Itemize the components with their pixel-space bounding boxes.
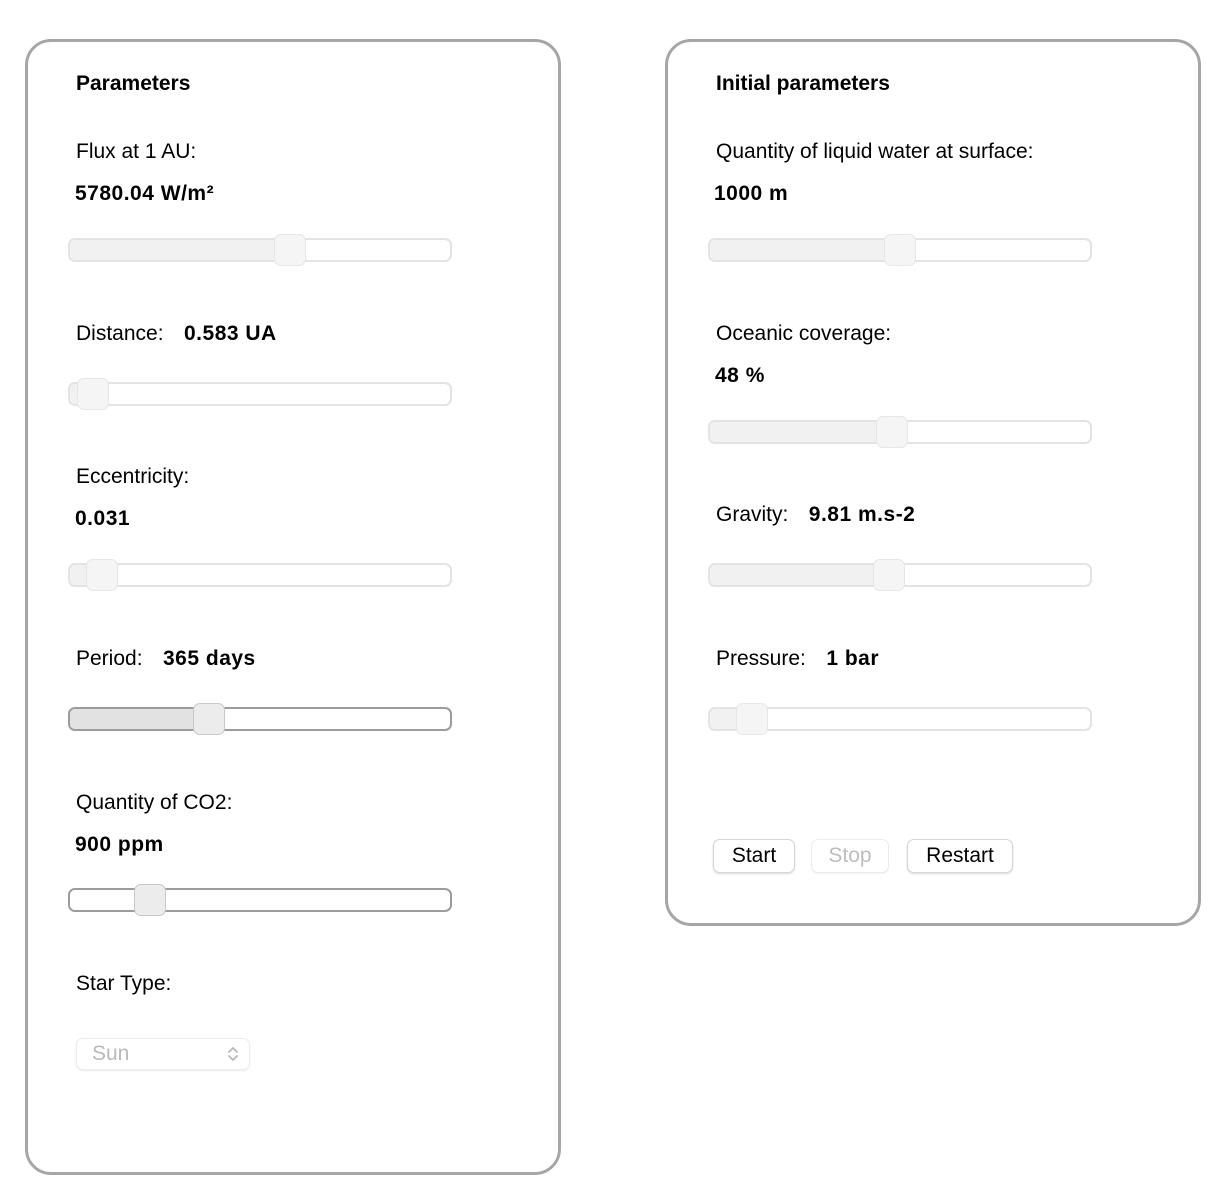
distance-slider-thumb[interactable]: [77, 378, 109, 410]
distance-row: Distance: 0.583 UA: [76, 322, 277, 346]
flux-label: Flux at 1 AU:: [76, 140, 197, 163]
co2-slider-thumb[interactable]: [134, 884, 166, 916]
distance-slider[interactable]: [68, 378, 452, 410]
gravity-slider-thumb[interactable]: [873, 559, 905, 591]
stop-button[interactable]: Stop: [811, 839, 889, 873]
gravity-slider-fill: [710, 565, 889, 585]
period-label: Period:: [76, 647, 143, 670]
gravity-value: 9.81 m.s-2: [808, 503, 916, 526]
eccentricity-slider-thumb[interactable]: [86, 559, 118, 591]
start-button[interactable]: Start: [713, 839, 795, 873]
period-slider-fill: [70, 709, 209, 729]
period-row: Period: 365 days: [76, 647, 256, 671]
flux-slider-fill: [70, 240, 290, 260]
water-label: Quantity of liquid water at surface:: [716, 140, 1034, 163]
period-slider-thumb[interactable]: [193, 703, 225, 735]
flux-slider[interactable]: [68, 234, 452, 266]
co2-label: Quantity of CO2:: [76, 791, 233, 814]
co2-slider[interactable]: [68, 884, 452, 916]
initial-parameters-title: Initial parameters: [716, 72, 890, 95]
star-type-label: Star Type:: [76, 972, 172, 995]
gravity-slider[interactable]: [708, 559, 1092, 591]
pressure-slider-thumb[interactable]: [736, 703, 768, 735]
flux-value: 5780.04 W/m²: [75, 182, 215, 205]
gravity-label: Gravity:: [716, 503, 789, 526]
pressure-label: Pressure:: [716, 647, 806, 670]
initial-parameters-panel: Initial parameters Quantity of liquid wa…: [665, 39, 1201, 926]
ocean-slider-fill: [710, 422, 892, 442]
parameters-panel: Parameters Flux at 1 AU: 5780.04 W/m² Di…: [25, 39, 561, 1175]
flux-slider-thumb[interactable]: [274, 234, 306, 266]
distance-value: 0.583 UA: [184, 322, 277, 345]
ocean-label: Oceanic coverage:: [716, 322, 892, 345]
ocean-value: 48 %: [715, 364, 765, 387]
star-type-select[interactable]: Sun: [76, 1038, 250, 1070]
co2-value: 900 ppm: [75, 833, 164, 856]
water-slider-fill: [710, 240, 900, 260]
ocean-slider[interactable]: [708, 416, 1092, 448]
chevron-up-down-icon: [228, 1047, 238, 1061]
pressure-value: 1 bar: [826, 647, 880, 670]
period-value: 365 days: [163, 647, 256, 670]
distance-label: Distance:: [76, 322, 164, 345]
ocean-slider-thumb[interactable]: [876, 416, 908, 448]
eccentricity-slider[interactable]: [68, 559, 452, 591]
water-slider[interactable]: [708, 234, 1092, 266]
parameters-title: Parameters: [76, 72, 191, 95]
water-value: 1000 m: [714, 182, 789, 205]
period-slider[interactable]: [68, 703, 452, 735]
pressure-slider[interactable]: [708, 703, 1092, 735]
pressure-row: Pressure: 1 bar: [716, 647, 879, 671]
restart-button[interactable]: Restart: [907, 839, 1013, 873]
gravity-row: Gravity: 9.81 m.s-2: [716, 503, 915, 527]
eccentricity-label: Eccentricity:: [76, 465, 190, 488]
eccentricity-value: 0.031: [75, 507, 131, 530]
water-slider-thumb[interactable]: [884, 234, 916, 266]
star-type-selected: Sun: [92, 1042, 130, 1065]
